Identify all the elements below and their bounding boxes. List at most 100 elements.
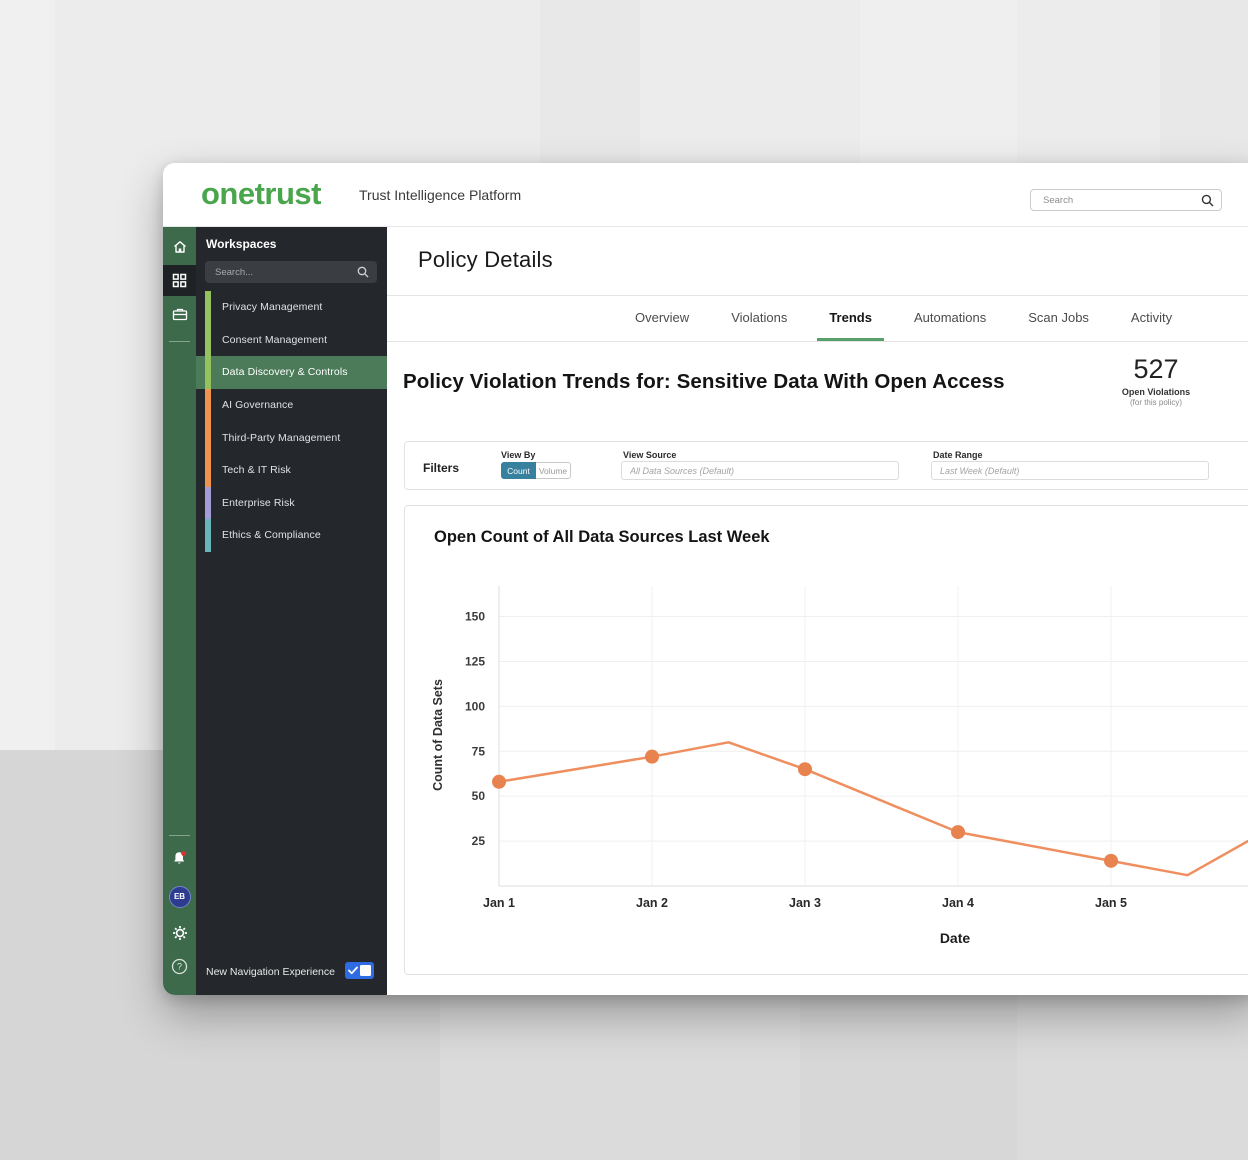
sidebar-item-consent-management[interactable]: Consent Management: [196, 324, 387, 357]
tab-bar: Overview Violations Trends Automations Scan …: [623, 296, 1184, 341]
sidebar-footer: New Navigation Experience: [196, 949, 387, 995]
date-range-input[interactable]: [931, 461, 1209, 480]
help-icon[interactable]: ?: [163, 951, 196, 982]
view-source-label: View Source: [623, 450, 676, 460]
view-by-label: View By: [501, 450, 535, 460]
search-icon: [1201, 194, 1214, 207]
data-point-marker: [951, 825, 965, 839]
rail-divider: [169, 835, 190, 836]
stat-label: Open Violations: [1086, 387, 1226, 397]
avatar[interactable]: EB: [163, 881, 196, 912]
sidebar-item-ai-governance[interactable]: AI Governance: [196, 389, 387, 422]
onetrust-logo: onetrust: [201, 176, 321, 212]
new-navigation-label: New Navigation Experience: [206, 966, 335, 978]
trend-line-chart: 25 50 75 100 125 150 Jan 1 Jan 2 Jan 3 Jan 4 Jan 5…: [405, 506, 1248, 976]
trend-line: [499, 742, 1248, 875]
y-tick-label: 75: [472, 744, 486, 758]
workspaces-search-input[interactable]: [205, 261, 351, 283]
sidebar-item-label: Data Discovery & Controls: [222, 366, 348, 378]
x-tick-label: Jan 4: [942, 896, 974, 910]
check-icon: [348, 966, 358, 975]
icon-rail: EB ?: [163, 227, 196, 995]
home-icon[interactable]: [163, 231, 196, 262]
stat-sublabel: (for this policy): [1086, 398, 1226, 407]
y-tick-label: 150: [465, 610, 485, 624]
workspace-accent-bar: [205, 389, 211, 422]
sidebar-item-data-discovery-controls[interactable]: Data Discovery & Controls: [196, 356, 387, 389]
toggle-knob: [360, 965, 371, 976]
sidebar-item-label: Ethics & Compliance: [222, 529, 321, 541]
product-name: Trust Intelligence Platform: [359, 187, 521, 203]
notifications-bell-icon[interactable]: [163, 843, 196, 874]
date-range-label: Date Range: [933, 450, 983, 460]
y-tick-label: 125: [465, 654, 485, 668]
stat-value: 527: [1086, 354, 1226, 385]
x-tick-label: Jan 2: [636, 896, 668, 910]
apps-grid-icon[interactable]: [163, 265, 196, 296]
chart-card: Open Count of All Data Sources Last Week…: [404, 505, 1248, 975]
data-point-marker: [492, 775, 506, 789]
main-content: Policy Details Overview Violations Trends A…: [387, 227, 1248, 995]
tab-trends[interactable]: Trends: [817, 296, 884, 341]
global-search[interactable]: [1030, 189, 1222, 211]
sidebar-item-ethics-compliance[interactable]: Ethics & Compliance: [196, 519, 387, 552]
search-icon: [357, 266, 369, 278]
sidebar-item-label: Enterprise Risk: [222, 497, 295, 509]
tab-overview[interactable]: Overview: [623, 296, 701, 341]
workspace-list: Privacy Management Consent Management Data…: [196, 291, 387, 552]
sidebar-item-label: Consent Management: [222, 334, 327, 346]
app-window: onetrust Trust Intelligence Platform: [163, 163, 1248, 995]
screen: onetrust Trust Intelligence Platform: [0, 0, 1248, 1160]
sidebar-item-label: Third-Party Management: [222, 432, 340, 444]
sidebar-item-label: AI Governance: [222, 399, 293, 411]
workspaces-search[interactable]: [205, 261, 377, 283]
data-point-marker: [1104, 854, 1118, 868]
view-source-input[interactable]: [621, 461, 899, 480]
sidebar-item-tech-it-risk[interactable]: Tech & IT Risk: [196, 454, 387, 487]
x-tick-label: Jan 3: [789, 896, 821, 910]
new-navigation-toggle[interactable]: [345, 962, 374, 979]
view-by-volume-button[interactable]: Volume: [536, 462, 571, 479]
svg-text:?: ?: [177, 962, 182, 972]
workspace-accent-bar: [205, 356, 211, 389]
rail-divider: [169, 341, 190, 342]
workspace-accent-bar: [205, 291, 211, 324]
sidebar-item-third-party-management[interactable]: Third-Party Management: [196, 421, 387, 454]
y-tick-label: 100: [465, 699, 485, 713]
view-by-segmented-control: CountVolume: [501, 462, 571, 479]
x-tick-label: Jan 1: [483, 896, 515, 910]
app-header: onetrust Trust Intelligence Platform: [163, 163, 1248, 227]
workspace-accent-bar: [205, 454, 211, 487]
workspaces-sidebar: Workspaces Privacy Management Consent Man…: [196, 227, 387, 995]
tab-scan-jobs[interactable]: Scan Jobs: [1016, 296, 1101, 341]
sidebar-item-label: Privacy Management: [222, 301, 322, 313]
global-search-input[interactable]: [1031, 190, 1197, 210]
workspace-accent-bar: [205, 421, 211, 454]
y-tick-label: 25: [472, 834, 486, 848]
sidebar-item-label: Tech & IT Risk: [222, 464, 291, 476]
avatar-initials: EB: [169, 886, 191, 908]
workspace-accent-bar: [205, 324, 211, 357]
tab-activity[interactable]: Activity: [1119, 296, 1184, 341]
sidebar-item-privacy-management[interactable]: Privacy Management: [196, 291, 387, 324]
briefcase-icon[interactable]: [163, 299, 196, 330]
divider: [387, 341, 1248, 342]
tab-violations[interactable]: Violations: [719, 296, 799, 341]
backdrop-stripe: [800, 995, 1017, 1160]
filters-card: Filters View By CountVolume View Source …: [404, 441, 1248, 490]
page-title: Policy Details: [418, 247, 553, 273]
y-tick-label: 50: [472, 789, 486, 803]
trends-heading: Policy Violation Trends for: Sensitive D…: [403, 370, 1005, 394]
sidebar-item-enterprise-risk[interactable]: Enterprise Risk: [196, 487, 387, 520]
tab-automations[interactable]: Automations: [902, 296, 998, 341]
workspaces-title: Workspaces: [206, 237, 276, 251]
filters-title: Filters: [423, 461, 459, 475]
view-by-count-button[interactable]: Count: [501, 462, 536, 479]
workspace-accent-bar: [205, 487, 211, 520]
x-tick-label: Jan 5: [1095, 896, 1127, 910]
workspace-accent-bar: [205, 519, 211, 552]
data-point-marker: [798, 762, 812, 776]
settings-gear-icon[interactable]: [163, 917, 196, 948]
open-violations-stat: 527 Open Violations (for this policy): [1086, 354, 1226, 407]
data-point-marker: [645, 750, 659, 764]
